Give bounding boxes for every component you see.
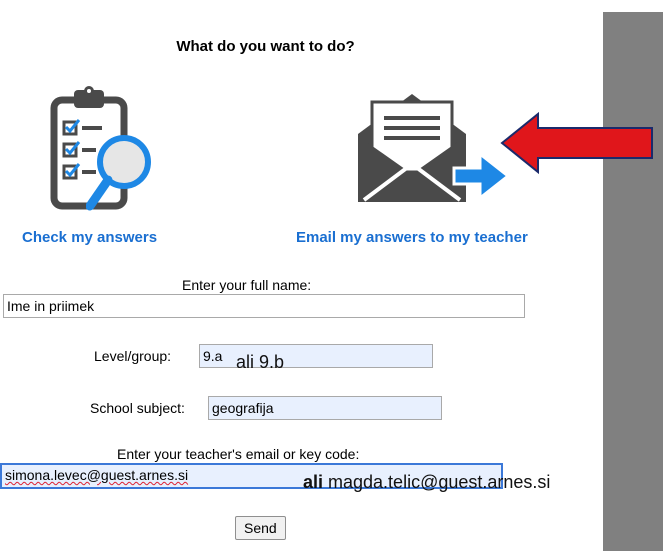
level-group-input[interactable] bbox=[199, 344, 433, 368]
email-answers-icon-button[interactable] bbox=[350, 84, 520, 208]
send-button[interactable]: Send bbox=[235, 516, 286, 540]
level-note: ali 9.b bbox=[236, 352, 285, 372]
level-group-label: Level/group: bbox=[94, 348, 172, 364]
teacher-email-label: Enter your teacher's email or key code: bbox=[117, 446, 360, 462]
red-arrow-annotation bbox=[500, 111, 653, 175]
right-gray-panel bbox=[603, 12, 663, 551]
full-name-input[interactable] bbox=[3, 294, 525, 318]
envelope-send-icon bbox=[358, 94, 511, 202]
email-answers-link[interactable]: Email my answers to my teacher bbox=[296, 229, 528, 246]
check-answers-link[interactable]: Check my answers bbox=[22, 229, 157, 246]
page-title: What do you want to do? bbox=[176, 38, 355, 55]
school-subject-input[interactable] bbox=[208, 396, 442, 420]
note-alt-email: magda.telic@guest.arnes.si bbox=[323, 472, 551, 492]
magnifier-icon bbox=[86, 135, 151, 211]
check-answers-icon-button[interactable] bbox=[48, 82, 158, 212]
note-ali: ali bbox=[303, 472, 324, 492]
full-name-label: Enter your full name: bbox=[182, 277, 312, 293]
teacher-email-note: ali magda.telic@guest.arnes.si bbox=[303, 472, 550, 493]
school-subject-label: School subject: bbox=[90, 400, 185, 416]
teacher-email-value: simona.levec@guest.arnes.si bbox=[5, 467, 189, 483]
